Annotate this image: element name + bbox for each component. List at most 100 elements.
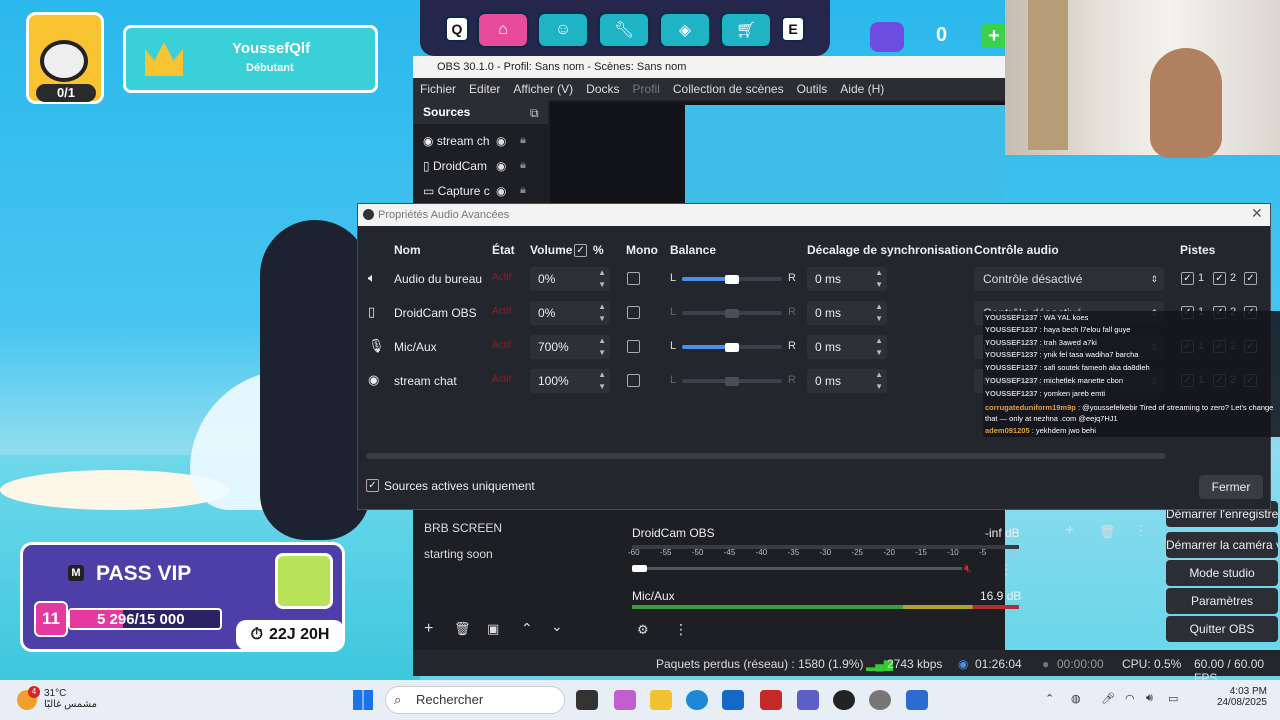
filter-icon[interactable]: ▣	[487, 621, 499, 637]
volume-slider-track[interactable]	[632, 567, 962, 570]
track-checkbox[interactable]: ✓	[1181, 272, 1194, 285]
sync-offset-spinbox[interactable]: 0 ms ▲ ▼	[807, 335, 887, 359]
volume-spinbox[interactable]: 100% ▲ ▼	[530, 369, 610, 393]
muted-speaker-icon[interactable]: 🔇︎	[964, 561, 972, 576]
obs-taskbar-icon[interactable]	[833, 690, 855, 710]
monitoring-select[interactable]: Contrôle désactivé ⇕	[974, 267, 1164, 291]
state-toggle[interactable]: Actif	[492, 272, 511, 283]
balance-slider-handle[interactable]	[725, 275, 739, 284]
mono-checkbox[interactable]	[627, 272, 640, 285]
chevron-up-icon[interactable]: ⌃	[521, 620, 533, 637]
volume-slider-handle[interactable]	[632, 565, 647, 572]
wifi-icon[interactable]: ◠	[1125, 692, 1135, 705]
volume-spinbox[interactable]: 0% ▲ ▼	[530, 301, 610, 325]
mixer-menu-icon[interactable]: ⋮	[999, 561, 1013, 578]
balance-slider-handle[interactable]	[725, 309, 739, 318]
close-button[interactable]: Fermer	[1199, 475, 1263, 499]
taskbar-search[interactable]: Rechercher	[385, 686, 565, 714]
state-toggle[interactable]: Actif	[492, 306, 511, 317]
mono-checkbox[interactable]	[627, 306, 640, 319]
balance-slider-handle[interactable]	[725, 343, 739, 352]
active-only-checkbox[interactable]: ✓	[366, 479, 379, 492]
percent-checkbox[interactable]: ✓	[574, 244, 587, 257]
track-checkbox[interactable]: ✓	[1213, 272, 1226, 285]
add-scene-icon[interactable]: +	[424, 620, 433, 638]
ticket-icon[interactable]: ◈	[659, 12, 711, 48]
scene-item[interactable]: BRB SCREEN	[414, 515, 614, 541]
menu-fichier[interactable]: Fichier	[420, 82, 456, 96]
battery-icon[interactable]: ▭	[1168, 692, 1178, 705]
volume-icon[interactable]: 🔊︎	[1146, 692, 1153, 705]
home-icon[interactable]: ⌂	[477, 12, 529, 48]
exit-obs-button[interactable]: Quitter OBS	[1166, 616, 1278, 642]
menu-editer[interactable]: Editer	[469, 82, 500, 96]
menu-profil[interactable]: Profil	[633, 82, 660, 96]
character-icon[interactable]: ☺	[537, 12, 589, 48]
undock-icon[interactable]: ⧉	[530, 106, 539, 121]
eye-icon[interactable]: ◉	[496, 134, 506, 148]
mono-checkbox[interactable]	[627, 374, 640, 387]
source-item[interactable]: ▯ DroidCam	[413, 154, 548, 179]
source-item[interactable]: ◉ stream ch	[413, 129, 548, 154]
microphone-icon[interactable]: 🎤︎	[1101, 692, 1115, 705]
meter-tick-label: -35	[787, 548, 800, 557]
meter-ticks: -60 -55 -50 -45 -40 -35 -30 -25 -20 -15 -10 -5 0	[628, 548, 1019, 560]
track-checkbox[interactable]: ✓	[1244, 272, 1257, 285]
lock-icon[interactable]: 🔒︎	[520, 184, 526, 197]
edge-icon[interactable]	[686, 690, 708, 710]
settings-taskbar-icon[interactable]	[869, 690, 891, 710]
studio-mode-button[interactable]: Mode studio	[1166, 560, 1278, 586]
chevron-down-icon[interactable]: ⌄	[551, 618, 563, 635]
add-icon[interactable]: +	[1065, 522, 1074, 540]
taskbar-clock[interactable]: 4:03 PM 24/08/2025	[1197, 686, 1267, 708]
file-icon: ▯	[423, 159, 433, 173]
eye-icon[interactable]: ◉	[496, 184, 506, 198]
vip-timer: ⏱ 22J 20H	[236, 620, 344, 650]
sync-offset-spinbox[interactable]: 0 ms ▲ ▼	[807, 301, 887, 325]
meter-tick-label: -25	[851, 548, 863, 557]
store-icon[interactable]	[722, 690, 744, 710]
app-taskbar-icon[interactable]	[906, 690, 928, 710]
menu-collection[interactable]: Collection de scènes	[673, 82, 784, 96]
copilot-icon[interactable]	[614, 690, 636, 710]
mono-checkbox[interactable]	[627, 340, 640, 353]
state-toggle[interactable]: Actif	[492, 374, 511, 385]
microphone-icon: 🎙︎	[368, 338, 385, 353]
sync-offset-spinbox[interactable]: 0 ms ▲ ▼	[807, 369, 887, 393]
menu-docks[interactable]: Docks	[586, 82, 619, 96]
chevron-up-icon[interactable]: ⌃	[1045, 692, 1054, 705]
task-view-icon[interactable]	[576, 690, 598, 710]
menu-afficher[interactable]: Afficher (V)	[513, 82, 573, 96]
horizontal-scrollbar[interactable]	[366, 453, 1166, 459]
source-item[interactable]: ▭ Capture c	[413, 179, 548, 204]
windows-start-icon[interactable]	[353, 690, 373, 710]
mcafee-icon[interactable]	[760, 690, 782, 710]
lock-icon[interactable]: 🔒︎	[520, 134, 526, 147]
menu-dots-icon[interactable]: ⋮	[1134, 522, 1148, 539]
balance-slider-handle[interactable]	[725, 377, 739, 386]
wrench-icon[interactable]: 🔧︎	[598, 12, 650, 48]
file-explorer-icon[interactable]	[650, 690, 672, 710]
volume-spinbox[interactable]: 700% ▲ ▼	[530, 335, 610, 359]
mixer-menu-icon[interactable]: ⋮	[674, 621, 688, 638]
teams-icon[interactable]	[797, 690, 819, 710]
trash-icon[interactable]: 🗑︎	[454, 621, 471, 637]
cart-icon[interactable]: 🛒︎	[720, 12, 772, 48]
eye-icon[interactable]: ◉	[496, 159, 506, 173]
start-virtual-camera-button[interactable]: Démarrer la caméra vir	[1166, 532, 1278, 558]
settings-button[interactable]: Paramètres	[1166, 588, 1278, 614]
trash-icon[interactable]: 🗑︎	[1099, 524, 1116, 540]
menu-outils[interactable]: Outils	[797, 82, 828, 96]
track-label: 2	[1230, 272, 1237, 284]
close-icon[interactable]: ✕	[1251, 205, 1263, 222]
gear-icon[interactable]: ⚙	[637, 622, 649, 638]
scene-item[interactable]: starting soon	[414, 541, 614, 567]
lock-icon[interactable]: 🔒︎	[520, 159, 526, 172]
weather-widget[interactable]: 31°C مشمس غالبًا	[44, 688, 97, 710]
add-gems-button[interactable]: +	[981, 24, 1007, 48]
volume-spinbox[interactable]: 0% ▲ ▼	[530, 267, 610, 291]
sync-offset-spinbox[interactable]: 0 ms ▲ ▼	[807, 267, 887, 291]
network-icon[interactable]: ◍	[1071, 692, 1081, 705]
menu-aide[interactable]: Aide (H)	[840, 82, 884, 96]
state-toggle[interactable]: Actif	[492, 340, 511, 351]
